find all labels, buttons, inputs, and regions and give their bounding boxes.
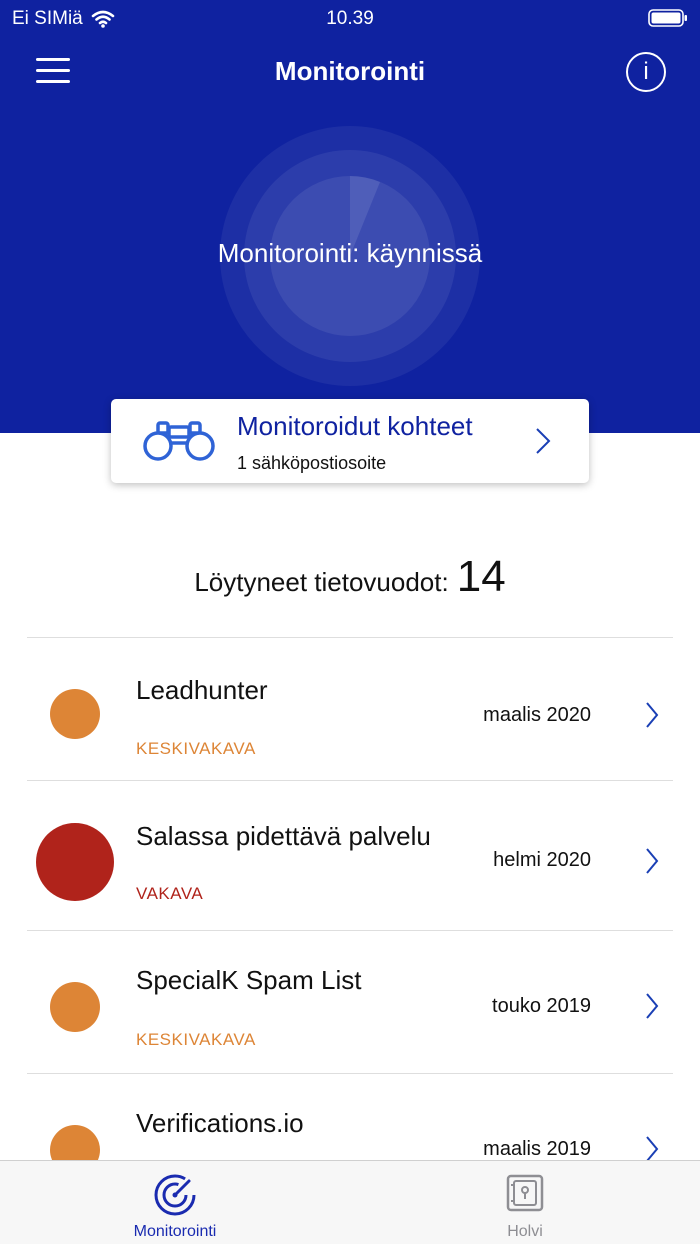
- breach-name: Salassa pidettävä palvelu: [136, 821, 431, 851]
- status-bar: Ei SIMiä 10.39: [0, 0, 700, 40]
- breach-name: Verifications.io: [136, 1108, 304, 1138]
- tab-label: Holvi: [507, 1223, 543, 1240]
- severity-dot: [36, 823, 114, 901]
- page-title: Monitorointi: [274, 56, 426, 86]
- severity-dot: [50, 982, 100, 1032]
- tab-label: Monitorointi: [133, 1223, 217, 1240]
- vault-icon: [506, 1174, 544, 1212]
- monitoring-status: Monitorointi: käynnissä: [217, 238, 483, 268]
- breach-row[interactable]: SpecialK Spam List KESKIVAKAVA touko 201…: [27, 930, 673, 1073]
- info-button[interactable]: i: [626, 52, 666, 92]
- chevron-right-icon: [646, 702, 659, 728]
- breach-list: Leadhunter KESKIVAKAVA maalis 2020 Salas…: [27, 637, 673, 1216]
- breach-row[interactable]: Salassa pidettävä palvelu VAKAVA helmi 2…: [27, 780, 673, 930]
- breach-date: helmi 2020: [493, 849, 591, 871]
- info-icon: i: [643, 58, 649, 85]
- nav-bar: Monitorointi i: [0, 48, 700, 96]
- breach-count: 14: [456, 552, 506, 601]
- breach-severity: KESKIVAKAVA: [136, 1030, 256, 1049]
- clock: 10.39: [326, 8, 374, 29]
- breach-name: SpecialK Spam List: [136, 965, 362, 995]
- breach-summary: Löytyneet tietovuodot: 14: [0, 552, 700, 602]
- severity-dot: [50, 689, 100, 739]
- breach-date: maalis 2020: [483, 704, 591, 726]
- monitored-items-title: Monitoroidut kohteet: [237, 411, 473, 441]
- breach-severity: VAKAVA: [136, 884, 204, 903]
- chevron-right-icon: [536, 428, 551, 454]
- breach-count-label: Löytyneet tietovuodot:: [194, 567, 449, 597]
- breach-date: maalis 2019: [483, 1138, 591, 1160]
- tab-monitorointi[interactable]: Monitorointi: [0, 1161, 350, 1244]
- monitored-items-card[interactable]: Monitoroidut kohteet 1 sähköpostiosoite: [111, 399, 589, 483]
- chevron-right-icon: [646, 993, 659, 1019]
- breach-severity: KESKIVAKAVA: [136, 739, 256, 758]
- breach-row[interactable]: Leadhunter KESKIVAKAVA maalis 2020: [27, 637, 673, 780]
- binoculars-icon: [143, 421, 215, 461]
- breach-date: touko 2019: [492, 995, 591, 1017]
- chevron-right-icon: [646, 1136, 659, 1162]
- tab-holvi[interactable]: Holvi: [350, 1161, 700, 1244]
- chevron-right-icon: [646, 848, 659, 874]
- breach-name: Leadhunter: [136, 675, 268, 705]
- radar-tab-icon: [154, 1174, 196, 1216]
- monitored-items-subtitle: 1 sähköpostiosoite: [237, 453, 387, 473]
- battery-icon: [648, 9, 687, 27]
- tab-bar: Monitorointi Holvi: [0, 1160, 700, 1244]
- monitoring-header: Ei SIMiä 10.39 Monitorointi i Monitoroin…: [0, 0, 700, 433]
